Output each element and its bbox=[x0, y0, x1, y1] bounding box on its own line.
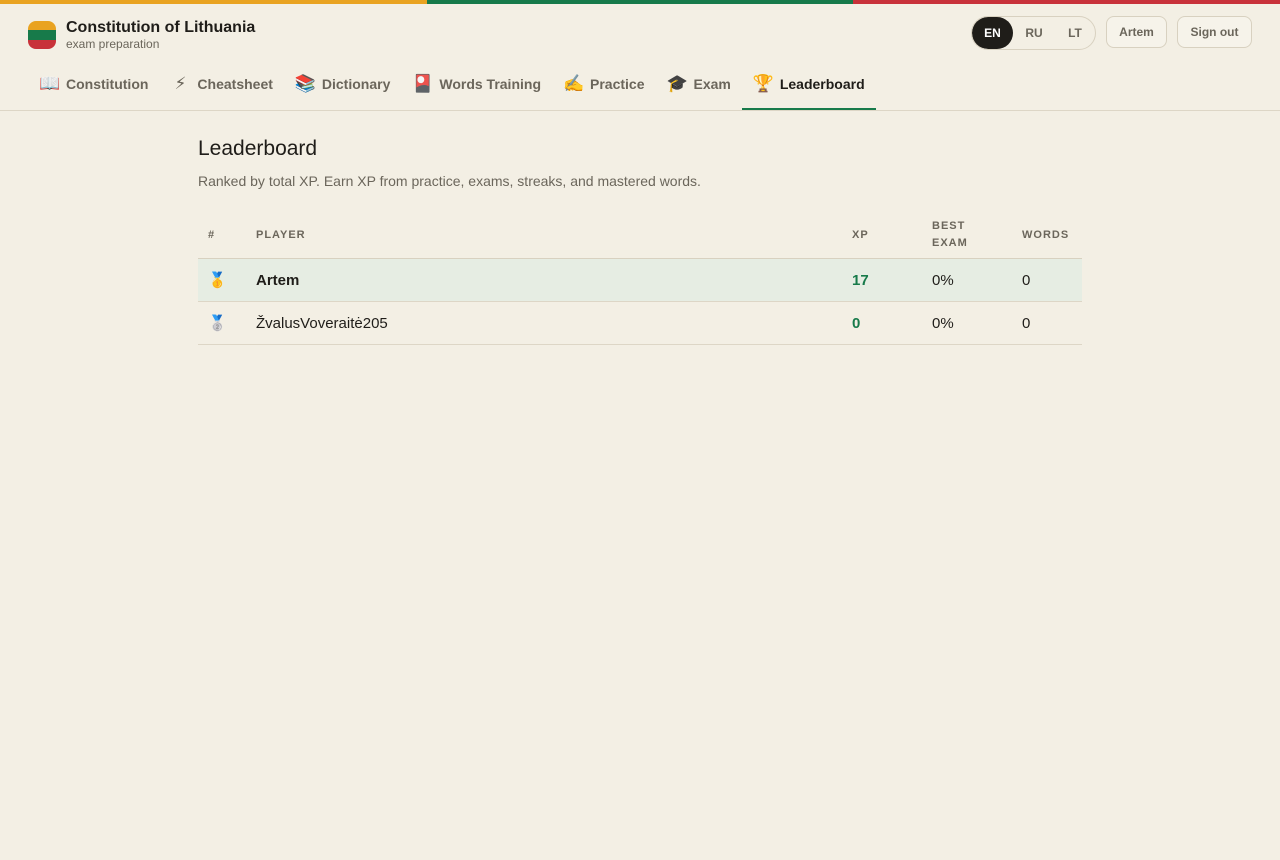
table-header-row: # PLAYER XP BEST EXAM WORDS bbox=[198, 210, 1082, 259]
gold-medal-icon: 🥇 bbox=[198, 258, 246, 302]
tab-label: Words Training bbox=[439, 76, 541, 92]
table-row[interactable]: 🥈 ŽvalusVoveraitė205 0 0% 0 bbox=[198, 301, 1082, 345]
tab-label: Constitution bbox=[66, 76, 149, 92]
tab-exam[interactable]: 🎓 Exam bbox=[655, 60, 741, 110]
app-header: Constitution of Lithuania exam preparati… bbox=[0, 4, 1280, 111]
tab-label: Dictionary bbox=[321, 76, 391, 92]
column-header-rank: # bbox=[198, 210, 246, 259]
lithuania-flag-logo-icon bbox=[28, 21, 56, 49]
user-profile-button[interactable]: Artem bbox=[1106, 16, 1167, 48]
page-subtitle: Ranked by total XP. Earn XP from practic… bbox=[198, 173, 701, 189]
graduation-cap-icon: 🎓 bbox=[666, 74, 688, 93]
page-title: Leaderboard bbox=[198, 137, 318, 160]
player-words: 0 bbox=[1012, 301, 1082, 345]
player-name: ŽvalusVoveraitė205 bbox=[246, 301, 842, 345]
column-header-words: WORDS bbox=[1012, 210, 1082, 259]
table-row[interactable]: 🥇 Artem 17 0% 0 bbox=[198, 258, 1082, 302]
books-icon: 📚 bbox=[294, 74, 317, 93]
app-subtitle: exam preparation bbox=[66, 37, 160, 51]
sign-out-button[interactable]: Sign out bbox=[1177, 16, 1252, 48]
tab-label: Leaderboard bbox=[779, 76, 865, 92]
player-best-exam: 0% bbox=[922, 258, 1012, 302]
tab-leaderboard[interactable]: 🏆 Leaderboard bbox=[741, 60, 876, 110]
flashcard-icon: 🎴 bbox=[412, 74, 434, 93]
lightning-icon: ⚡ bbox=[174, 74, 187, 93]
trophy-icon: 🏆 bbox=[752, 74, 775, 93]
language-switcher: EN RU LT bbox=[971, 16, 1096, 50]
tab-label: Practice bbox=[590, 76, 645, 92]
language-option-lt[interactable]: LT bbox=[1055, 17, 1095, 49]
language-option-ru[interactable]: RU bbox=[1013, 17, 1055, 49]
column-header-best-exam: BEST EXAM bbox=[922, 210, 1012, 259]
main-content: Leaderboard Ranked by total XP. Earn XP … bbox=[198, 136, 1082, 345]
tab-words-training[interactable]: 🎴 Words Training bbox=[401, 60, 552, 110]
player-xp: 17 bbox=[842, 258, 922, 302]
book-icon: 📖 bbox=[39, 74, 61, 93]
tab-cheatsheet[interactable]: ⚡ Cheatsheet bbox=[159, 60, 283, 110]
tab-label: Exam bbox=[693, 76, 731, 92]
player-words: 0 bbox=[1012, 258, 1082, 302]
tab-constitution[interactable]: 📖 Constitution bbox=[28, 60, 159, 110]
main-nav-tabs: 📖 Constitution ⚡ Cheatsheet 📚 Dictionary… bbox=[28, 60, 876, 110]
brand[interactable]: Constitution of Lithuania exam preparati… bbox=[28, 19, 255, 51]
writing-hand-icon: ✍️ bbox=[563, 74, 585, 93]
app-title: Constitution of Lithuania bbox=[66, 19, 256, 36]
leaderboard-table: # PLAYER XP BEST EXAM WORDS 🥇 Artem 17 0… bbox=[198, 210, 1082, 345]
language-option-en[interactable]: EN bbox=[972, 17, 1013, 49]
column-header-xp: XP bbox=[842, 210, 922, 259]
player-xp: 0 bbox=[842, 301, 922, 345]
tab-label: Cheatsheet bbox=[197, 76, 273, 92]
tab-dictionary[interactable]: 📚 Dictionary bbox=[284, 60, 401, 110]
silver-medal-icon: 🥈 bbox=[198, 301, 246, 345]
column-header-player: PLAYER bbox=[246, 210, 842, 259]
player-name: Artem bbox=[246, 258, 842, 302]
player-best-exam: 0% bbox=[922, 301, 1012, 345]
tab-practice[interactable]: ✍️ Practice bbox=[552, 60, 655, 110]
